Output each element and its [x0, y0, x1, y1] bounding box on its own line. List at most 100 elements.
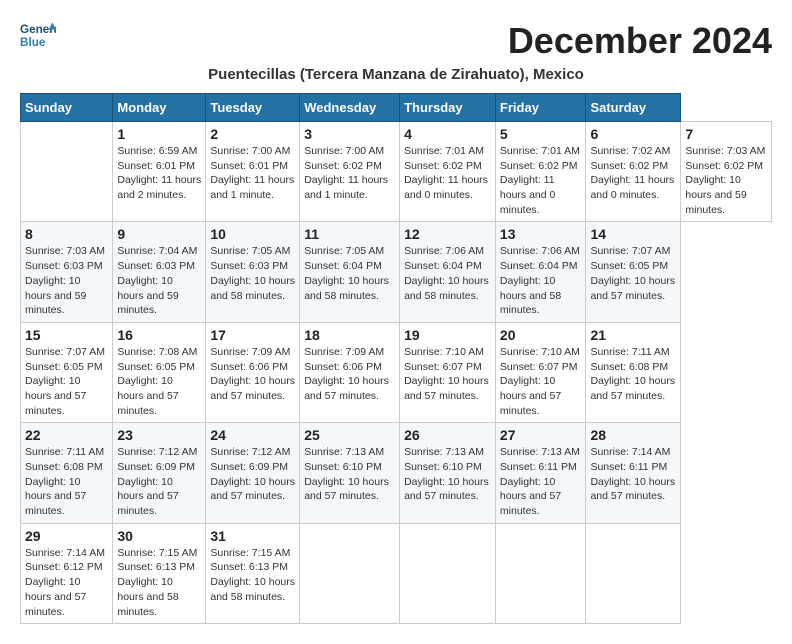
day-number: 26 — [404, 427, 491, 443]
calendar-cell: 6 Sunrise: 7:02 AM Sunset: 6:02 PM Dayli… — [586, 122, 681, 222]
day-info: Sunrise: 7:00 AM Sunset: 6:02 PM Dayligh… — [304, 144, 395, 203]
day-info: Sunrise: 7:14 AM Sunset: 6:11 PM Dayligh… — [590, 445, 676, 504]
calendar-cell — [21, 122, 113, 222]
calendar-cell: 5 Sunrise: 7:01 AM Sunset: 6:02 PM Dayli… — [495, 122, 586, 222]
calendar-cell: 9 Sunrise: 7:04 AM Sunset: 6:03 PM Dayli… — [113, 222, 206, 322]
calendar-cell: 21 Sunrise: 7:11 AM Sunset: 6:08 PM Dayl… — [586, 322, 681, 422]
day-number: 8 — [25, 226, 108, 242]
day-number: 28 — [590, 427, 676, 443]
calendar-cell: 1 Sunrise: 6:59 AM Sunset: 6:01 PM Dayli… — [113, 122, 206, 222]
svg-text:General: General — [20, 23, 56, 36]
svg-text:Blue: Blue — [20, 36, 46, 49]
day-number: 27 — [500, 427, 582, 443]
day-info: Sunrise: 7:10 AM Sunset: 6:07 PM Dayligh… — [500, 345, 582, 418]
day-number: 9 — [117, 226, 201, 242]
day-number: 16 — [117, 327, 201, 343]
calendar-cell — [495, 523, 586, 623]
day-number: 29 — [25, 528, 108, 544]
day-info: Sunrise: 7:05 AM Sunset: 6:03 PM Dayligh… — [210, 244, 295, 303]
day-number: 20 — [500, 327, 582, 343]
calendar: SundayMondayTuesdayWednesdayThursdayFrid… — [20, 93, 772, 624]
day-info: Sunrise: 7:10 AM Sunset: 6:07 PM Dayligh… — [404, 345, 491, 404]
calendar-cell: 7 Sunrise: 7:03 AM Sunset: 6:02 PM Dayli… — [681, 122, 772, 222]
day-number: 22 — [25, 427, 108, 443]
day-number: 21 — [590, 327, 676, 343]
calendar-cell: 24 Sunrise: 7:12 AM Sunset: 6:09 PM Dayl… — [206, 423, 300, 523]
day-number: 6 — [590, 126, 676, 142]
day-info: Sunrise: 7:02 AM Sunset: 6:02 PM Dayligh… — [590, 144, 676, 203]
day-info: Sunrise: 6:59 AM Sunset: 6:01 PM Dayligh… — [117, 144, 201, 203]
calendar-cell: 20 Sunrise: 7:10 AM Sunset: 6:07 PM Dayl… — [495, 322, 586, 422]
day-number: 18 — [304, 327, 395, 343]
calendar-cell — [300, 523, 400, 623]
day-number: 15 — [25, 327, 108, 343]
calendar-cell: 27 Sunrise: 7:13 AM Sunset: 6:11 PM Dayl… — [495, 423, 586, 523]
weekday-header-tuesday: Tuesday — [206, 94, 300, 122]
day-info: Sunrise: 7:09 AM Sunset: 6:06 PM Dayligh… — [210, 345, 295, 404]
calendar-cell: 8 Sunrise: 7:03 AM Sunset: 6:03 PM Dayli… — [21, 222, 113, 322]
calendar-cell: 4 Sunrise: 7:01 AM Sunset: 6:02 PM Dayli… — [400, 122, 496, 222]
day-info: Sunrise: 7:01 AM Sunset: 6:02 PM Dayligh… — [500, 144, 582, 217]
day-info: Sunrise: 7:09 AM Sunset: 6:06 PM Dayligh… — [304, 345, 395, 404]
weekday-header-thursday: Thursday — [400, 94, 496, 122]
day-number: 17 — [210, 327, 295, 343]
day-number: 4 — [404, 126, 491, 142]
day-number: 10 — [210, 226, 295, 242]
day-info: Sunrise: 7:07 AM Sunset: 6:05 PM Dayligh… — [25, 345, 108, 418]
day-info: Sunrise: 7:12 AM Sunset: 6:09 PM Dayligh… — [117, 445, 201, 518]
day-info: Sunrise: 7:06 AM Sunset: 6:04 PM Dayligh… — [404, 244, 491, 303]
calendar-cell: 18 Sunrise: 7:09 AM Sunset: 6:06 PM Dayl… — [300, 322, 400, 422]
day-number: 19 — [404, 327, 491, 343]
calendar-cell: 25 Sunrise: 7:13 AM Sunset: 6:10 PM Dayl… — [300, 423, 400, 523]
weekday-header-monday: Monday — [113, 94, 206, 122]
day-info: Sunrise: 7:05 AM Sunset: 6:04 PM Dayligh… — [304, 244, 395, 303]
day-info: Sunrise: 7:11 AM Sunset: 6:08 PM Dayligh… — [590, 345, 676, 404]
calendar-cell: 19 Sunrise: 7:10 AM Sunset: 6:07 PM Dayl… — [400, 322, 496, 422]
weekday-header-friday: Friday — [495, 94, 586, 122]
day-info: Sunrise: 7:13 AM Sunset: 6:11 PM Dayligh… — [500, 445, 582, 518]
weekday-header-wednesday: Wednesday — [300, 94, 400, 122]
calendar-cell: 22 Sunrise: 7:11 AM Sunset: 6:08 PM Dayl… — [21, 423, 113, 523]
day-info: Sunrise: 7:03 AM Sunset: 6:02 PM Dayligh… — [685, 144, 767, 217]
day-number: 30 — [117, 528, 201, 544]
calendar-cell: 26 Sunrise: 7:13 AM Sunset: 6:10 PM Dayl… — [400, 423, 496, 523]
day-info: Sunrise: 7:13 AM Sunset: 6:10 PM Dayligh… — [304, 445, 395, 504]
calendar-cell: 12 Sunrise: 7:06 AM Sunset: 6:04 PM Dayl… — [400, 222, 496, 322]
calendar-cell: 31 Sunrise: 7:15 AM Sunset: 6:13 PM Dayl… — [206, 523, 300, 623]
day-info: Sunrise: 7:06 AM Sunset: 6:04 PM Dayligh… — [500, 244, 582, 317]
day-info: Sunrise: 7:15 AM Sunset: 6:13 PM Dayligh… — [117, 546, 201, 619]
day-info: Sunrise: 7:01 AM Sunset: 6:02 PM Dayligh… — [404, 144, 491, 203]
day-number: 14 — [590, 226, 676, 242]
day-number: 13 — [500, 226, 582, 242]
location-title: Puentecillas (Tercera Manzana de Zirahua… — [20, 66, 772, 83]
day-number: 2 — [210, 126, 295, 142]
day-info: Sunrise: 7:03 AM Sunset: 6:03 PM Dayligh… — [25, 244, 108, 317]
day-number: 31 — [210, 528, 295, 544]
calendar-cell: 3 Sunrise: 7:00 AM Sunset: 6:02 PM Dayli… — [300, 122, 400, 222]
calendar-cell: 17 Sunrise: 7:09 AM Sunset: 6:06 PM Dayl… — [206, 322, 300, 422]
day-info: Sunrise: 7:00 AM Sunset: 6:01 PM Dayligh… — [210, 144, 295, 203]
day-info: Sunrise: 7:11 AM Sunset: 6:08 PM Dayligh… — [25, 445, 108, 518]
day-info: Sunrise: 7:12 AM Sunset: 6:09 PM Dayligh… — [210, 445, 295, 504]
day-number: 3 — [304, 126, 395, 142]
calendar-cell: 15 Sunrise: 7:07 AM Sunset: 6:05 PM Dayl… — [21, 322, 113, 422]
calendar-cell: 28 Sunrise: 7:14 AM Sunset: 6:11 PM Dayl… — [586, 423, 681, 523]
calendar-cell — [400, 523, 496, 623]
weekday-header-saturday: Saturday — [586, 94, 681, 122]
calendar-cell: 11 Sunrise: 7:05 AM Sunset: 6:04 PM Dayl… — [300, 222, 400, 322]
day-number: 1 — [117, 126, 201, 142]
day-number: 25 — [304, 427, 395, 443]
day-number: 11 — [304, 226, 395, 242]
day-number: 23 — [117, 427, 201, 443]
day-number: 24 — [210, 427, 295, 443]
month-title: December 2024 — [508, 20, 772, 62]
calendar-cell — [586, 523, 681, 623]
day-info: Sunrise: 7:15 AM Sunset: 6:13 PM Dayligh… — [210, 546, 295, 605]
calendar-cell: 23 Sunrise: 7:12 AM Sunset: 6:09 PM Dayl… — [113, 423, 206, 523]
weekday-header-sunday: Sunday — [21, 94, 113, 122]
day-info: Sunrise: 7:08 AM Sunset: 6:05 PM Dayligh… — [117, 345, 201, 418]
day-number: 12 — [404, 226, 491, 242]
calendar-cell: 13 Sunrise: 7:06 AM Sunset: 6:04 PM Dayl… — [495, 222, 586, 322]
day-number: 7 — [685, 126, 767, 142]
calendar-cell: 10 Sunrise: 7:05 AM Sunset: 6:03 PM Dayl… — [206, 222, 300, 322]
